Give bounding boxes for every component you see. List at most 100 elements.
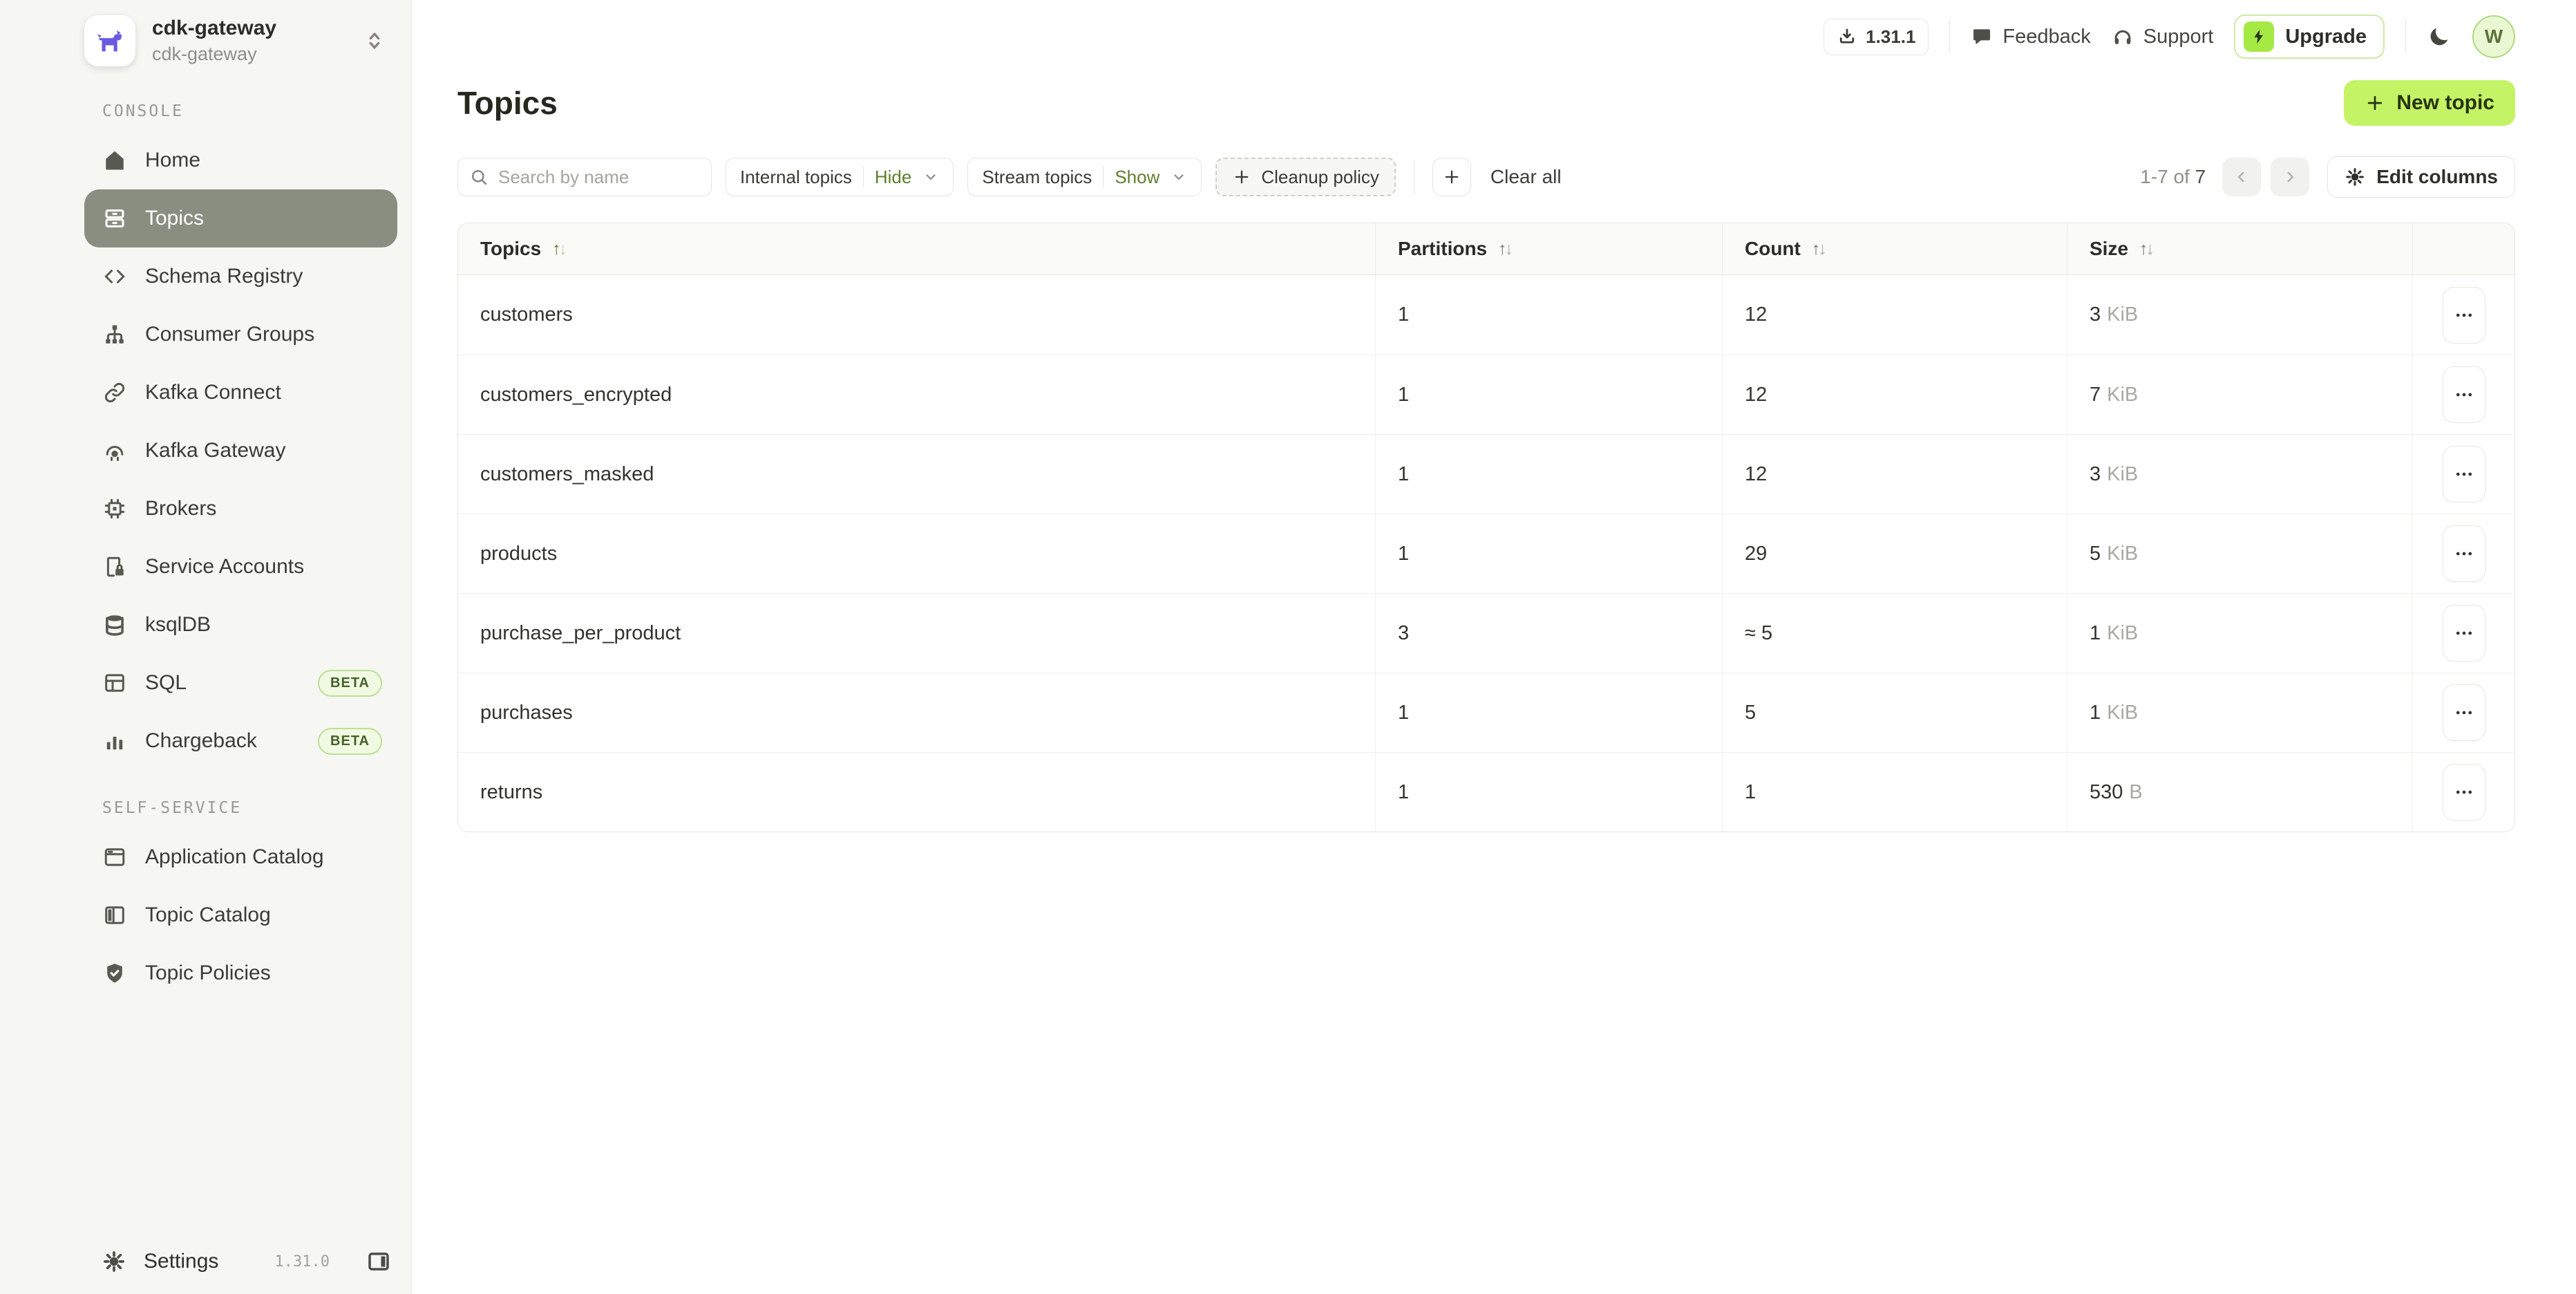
row-actions-button[interactable] xyxy=(2443,287,2485,344)
sidebar-item-service-accounts[interactable]: Service Accounts xyxy=(84,538,397,596)
cpu-icon xyxy=(102,496,127,521)
sidebar-item-ksqldb[interactable]: ksqlDB xyxy=(84,596,397,654)
size-cell: 3KiB xyxy=(2067,435,2412,514)
sidebar-item-sql[interactable]: SQLBETA xyxy=(84,654,397,712)
table-row-purchases[interactable]: purchases151KiB xyxy=(458,673,2515,752)
table-row-returns[interactable]: returns11530B xyxy=(458,752,2515,832)
user-avatar[interactable]: W xyxy=(2472,15,2515,58)
sidebar-item-brokers[interactable]: Brokers xyxy=(84,480,397,538)
plug-icon xyxy=(102,438,127,463)
clear-all-button[interactable]: Clear all xyxy=(1490,166,1562,188)
topic-name-cell[interactable]: products xyxy=(458,514,1375,593)
cleanup-policy-label: Cleanup policy xyxy=(1261,167,1379,188)
table-row-purchase-per-product[interactable]: purchase_per_product3≈ 51KiB xyxy=(458,593,2515,673)
actions-cell xyxy=(2412,673,2515,752)
app-window-icon xyxy=(102,845,127,870)
next-page-button[interactable] xyxy=(2271,158,2309,196)
add-filter-button[interactable] xyxy=(1432,158,1471,196)
sidebar-item-consumer-groups[interactable]: Consumer Groups xyxy=(84,306,397,364)
actions-cell xyxy=(2412,514,2515,593)
column-header-count[interactable]: Count ↑↓ xyxy=(1722,223,2067,274)
stream-topics-filter[interactable]: Stream topics Show xyxy=(967,158,1202,196)
version-download-badge[interactable]: 1.31.1 xyxy=(1824,19,1929,55)
sidebar-item-kafka-connect[interactable]: Kafka Connect xyxy=(84,364,397,422)
count-cell: 12 xyxy=(1722,275,2067,355)
topic-name-cell[interactable]: customers xyxy=(458,275,1375,355)
table-row-products[interactable]: products1295KiB xyxy=(458,514,2515,593)
size-unit: KiB xyxy=(2107,622,2138,645)
partitions-cell: 1 xyxy=(1375,514,1722,593)
sort-icon: ↑↓ xyxy=(1812,239,1827,259)
size-value: 1 xyxy=(2090,622,2101,645)
column-header-topics[interactable]: Topics ↑↓ xyxy=(458,223,1375,274)
chevron-down-icon xyxy=(922,169,939,185)
partitions-cell: 1 xyxy=(1375,673,1722,752)
table-row-customers-masked[interactable]: customers_masked1123KiB xyxy=(458,434,2515,514)
support-button[interactable]: Support xyxy=(2112,26,2214,48)
edit-columns-button[interactable]: Edit columns xyxy=(2327,156,2515,198)
chevron-left-icon xyxy=(2233,168,2251,186)
topic-name-cell[interactable]: returns xyxy=(458,753,1375,832)
size-unit: B xyxy=(2129,781,2142,804)
row-actions-button[interactable] xyxy=(2443,605,2485,662)
partitions-cell: 1 xyxy=(1375,355,1722,434)
sort-icon: ↑↓ xyxy=(552,239,567,259)
filters-toolbar: Internal topics Hide Stream topics Show xyxy=(457,156,2515,198)
workspace-title: cdk-gateway xyxy=(152,17,276,40)
size-value: 1 xyxy=(2090,702,2101,724)
size-unit: KiB xyxy=(2107,463,2138,486)
hierarchy-icon xyxy=(102,322,127,347)
row-actions-button[interactable] xyxy=(2443,366,2485,423)
workspace-selector[interactable]: cdk-gateway cdk-gateway xyxy=(84,15,397,66)
sidebar-item-topic-policies[interactable]: Topic Policies xyxy=(84,944,397,1002)
sidebar-item-label: Topics xyxy=(145,207,204,230)
search-input[interactable] xyxy=(498,167,700,188)
column-header-size[interactable]: Size ↑↓ xyxy=(2067,223,2412,274)
file-lock-icon xyxy=(102,554,127,579)
search-box[interactable] xyxy=(457,158,712,196)
sidebar-item-topic-catalog[interactable]: Topic Catalog xyxy=(84,886,397,944)
workspace-switcher-icon[interactable] xyxy=(363,29,386,53)
chevron-down-icon xyxy=(1171,169,1187,185)
edit-columns-label: Edit columns xyxy=(2376,166,2498,188)
sidebar-item-schema-registry[interactable]: Schema Registry xyxy=(84,247,397,306)
feedback-label: Feedback xyxy=(2002,26,2090,48)
column-header-partitions[interactable]: Partitions ↑↓ xyxy=(1375,223,1722,274)
new-topic-button[interactable]: New topic xyxy=(2344,80,2515,126)
topic-name-cell[interactable]: purchases xyxy=(458,673,1375,752)
topic-name-cell[interactable]: customers_encrypted xyxy=(458,355,1375,434)
sort-icon: ↑↓ xyxy=(1498,239,1513,259)
row-actions-button[interactable] xyxy=(2443,764,2485,821)
table-row-customers[interactable]: customers1123KiB xyxy=(458,275,2515,355)
sidebar-item-kafka-gateway[interactable]: Kafka Gateway xyxy=(84,422,397,480)
dark-mode-toggle[interactable] xyxy=(2427,24,2452,49)
chevron-right-icon xyxy=(2281,168,2299,186)
version-label: 1.31.1 xyxy=(1866,26,1915,48)
topic-name-cell[interactable]: purchase_per_product xyxy=(458,594,1375,673)
table-row-customers-encrypted[interactable]: customers_encrypted1127KiB xyxy=(458,355,2515,434)
database-icon xyxy=(102,612,127,637)
sidebar-item-application-catalog[interactable]: Application Catalog xyxy=(84,828,397,886)
sidebar-item-home[interactable]: Home xyxy=(84,131,397,189)
row-actions-button[interactable] xyxy=(2443,684,2485,741)
internal-topics-filter[interactable]: Internal topics Hide xyxy=(726,158,954,196)
ellipsis-icon xyxy=(2454,384,2474,405)
dog-icon xyxy=(94,25,126,57)
collapse-sidebar-button[interactable] xyxy=(366,1248,392,1275)
row-actions-button[interactable] xyxy=(2443,525,2485,582)
sidebar-item-settings[interactable]: Settings xyxy=(102,1250,218,1273)
feedback-button[interactable]: Feedback xyxy=(1971,26,2090,48)
previous-page-button[interactable] xyxy=(2222,158,2261,196)
topbar: 1.31.1 Feedback Support xyxy=(412,0,2576,73)
row-actions-button[interactable] xyxy=(2443,446,2485,503)
upgrade-button[interactable]: Upgrade xyxy=(2234,15,2385,59)
sidebar-item-label: Schema Registry xyxy=(145,265,303,288)
count-cell: ≈ 5 xyxy=(1722,594,2067,673)
count-cell: 12 xyxy=(1722,435,2067,514)
sidebar-item-topics[interactable]: Topics xyxy=(84,189,397,247)
add-cleanup-policy-filter[interactable]: Cleanup policy xyxy=(1215,158,1396,196)
internal-topics-filter-label: Internal topics xyxy=(740,167,852,188)
sidebar-item-chargeback[interactable]: ChargebackBETA xyxy=(84,712,397,770)
topic-name-cell[interactable]: customers_masked xyxy=(458,435,1375,514)
size-unit: KiB xyxy=(2107,303,2138,326)
